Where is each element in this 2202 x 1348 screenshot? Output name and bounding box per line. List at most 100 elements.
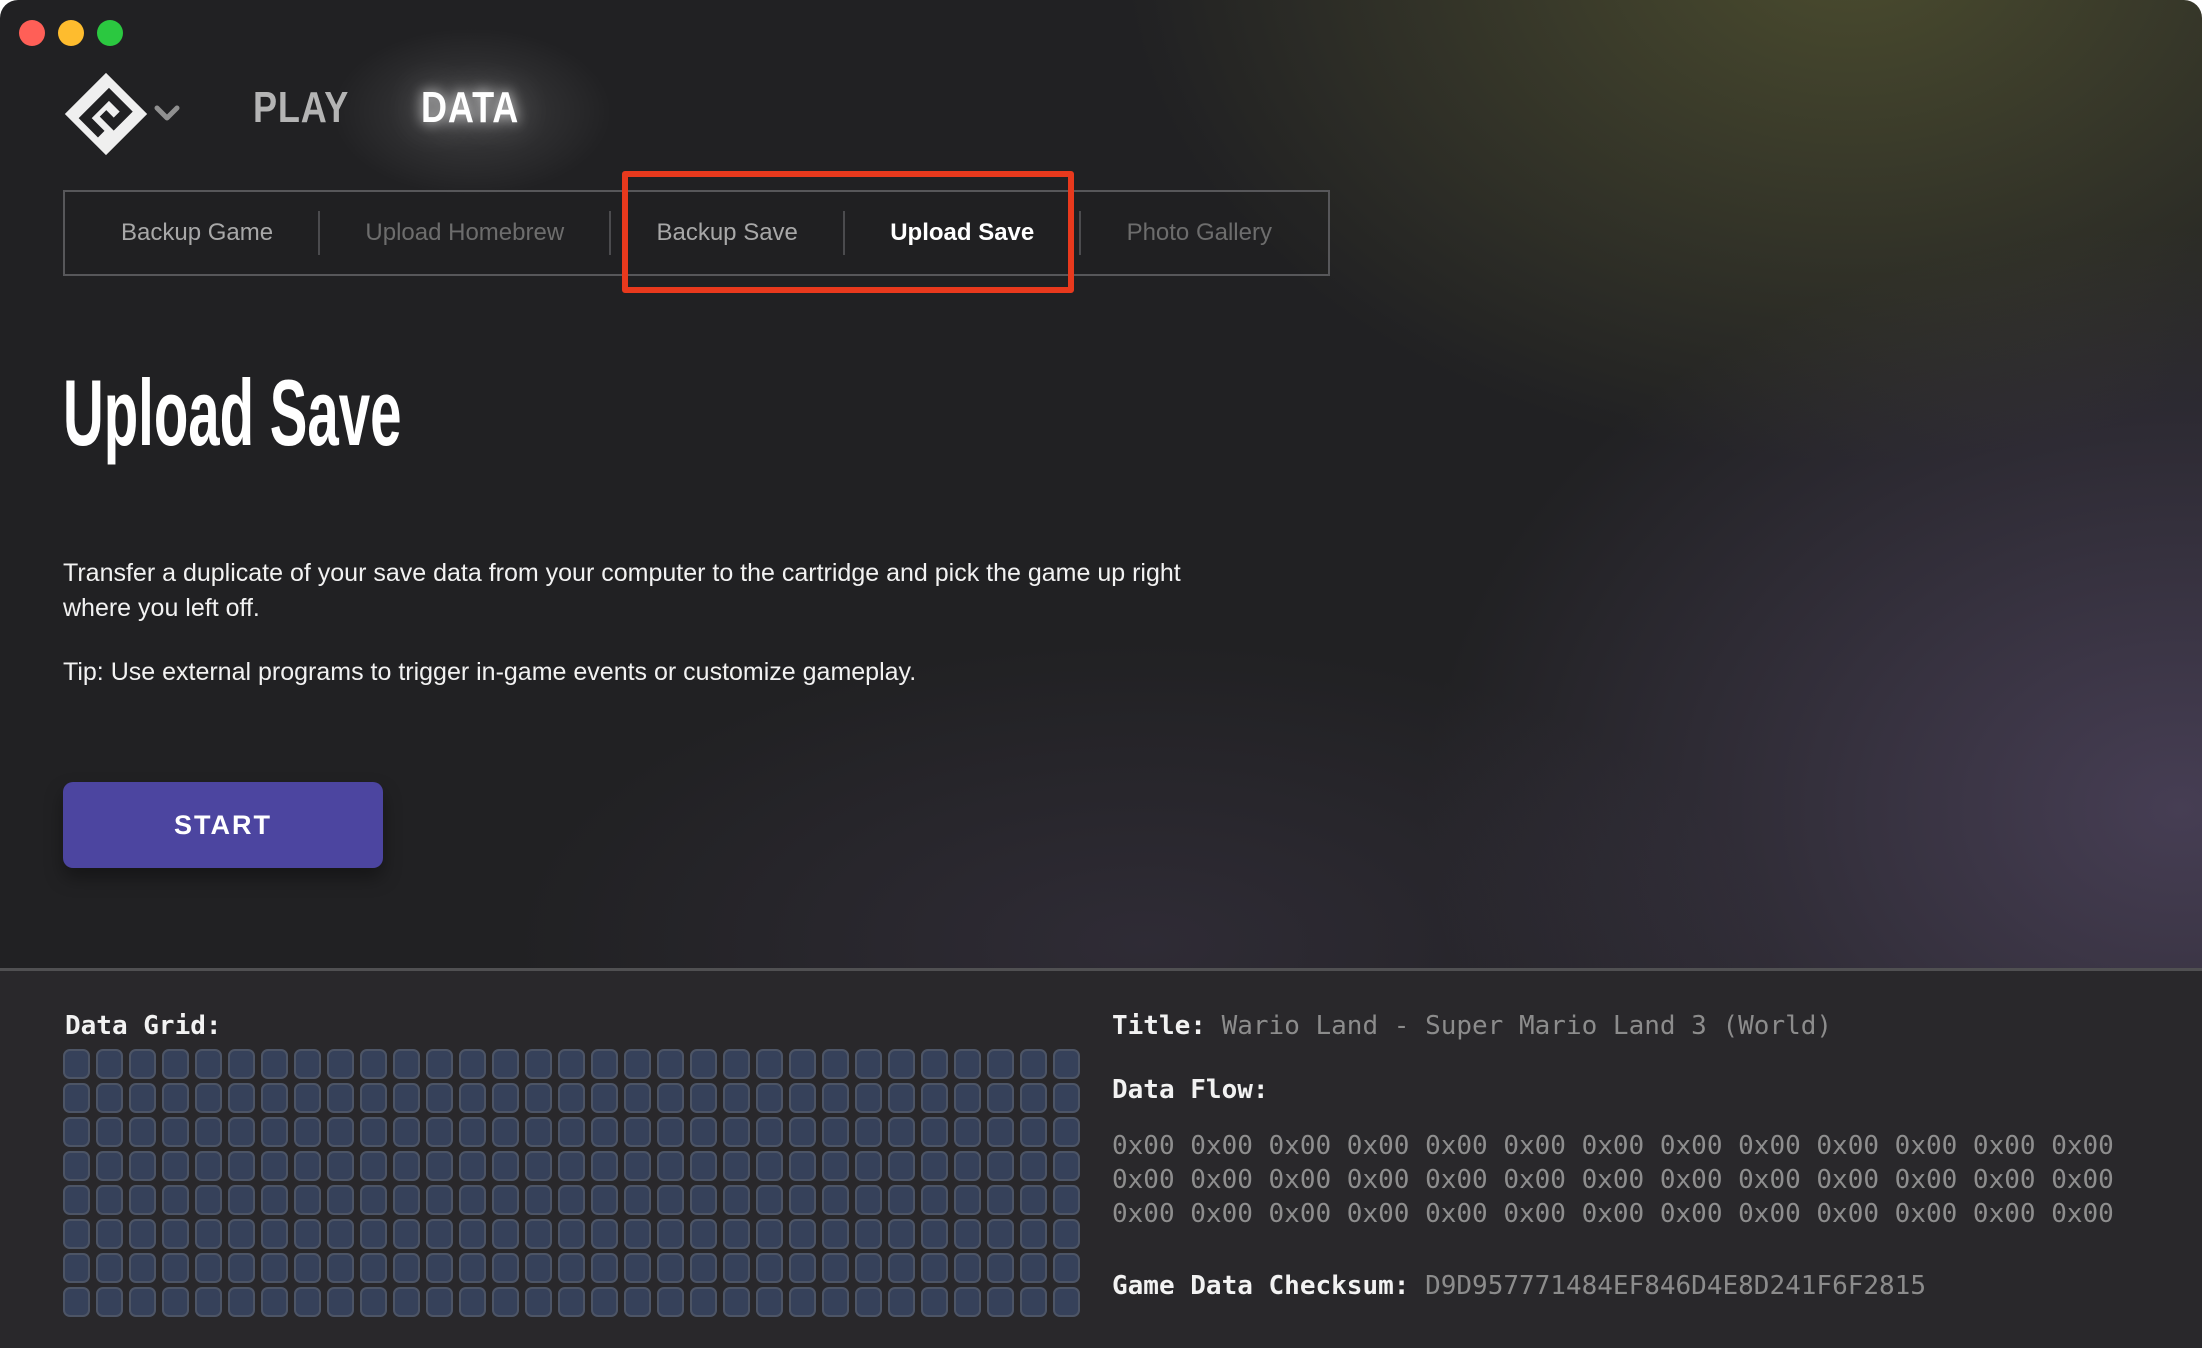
grid-cell	[63, 1287, 90, 1317]
grid-cell	[624, 1083, 651, 1113]
grid-cell	[723, 1287, 750, 1317]
start-button[interactable]: START	[63, 782, 383, 868]
grid-cell	[393, 1049, 420, 1079]
grid-cell	[129, 1185, 156, 1215]
grid-cell	[657, 1185, 684, 1215]
grid-cell	[822, 1253, 849, 1283]
page-tip: Tip: Use external programs to trigger in…	[63, 658, 916, 687]
grid-cell	[63, 1083, 90, 1113]
grid-cell	[492, 1083, 519, 1113]
grid-cell	[426, 1083, 453, 1113]
zoom-button[interactable]	[97, 20, 123, 46]
grid-cell	[624, 1287, 651, 1317]
grid-cell	[96, 1253, 123, 1283]
tab-backup-game[interactable]: Backup Game	[95, 219, 299, 247]
data-grid	[63, 1049, 1080, 1317]
grid-cell	[96, 1083, 123, 1113]
grid-cell	[591, 1219, 618, 1249]
grid-cell	[96, 1049, 123, 1079]
grid-cell	[129, 1117, 156, 1147]
app-logo-menu[interactable]	[64, 72, 194, 156]
grid-cell	[888, 1049, 915, 1079]
grid-cell	[954, 1253, 981, 1283]
grid-cell	[1020, 1253, 1047, 1283]
nav-data[interactable]: DATA	[421, 86, 519, 130]
grid-cell	[129, 1253, 156, 1283]
grid-cell	[96, 1287, 123, 1317]
grid-cell	[228, 1083, 255, 1113]
grid-cell	[822, 1151, 849, 1181]
grid-cell	[723, 1117, 750, 1147]
grid-cell	[954, 1117, 981, 1147]
grid-cell	[657, 1049, 684, 1079]
grid-cell	[129, 1219, 156, 1249]
grid-cell	[855, 1049, 882, 1079]
grid-cell	[195, 1049, 222, 1079]
checksum-value: D9D957771484EF846D4E8D241F6F2815	[1425, 1271, 1926, 1301]
grid-cell	[558, 1151, 585, 1181]
grid-cell	[690, 1185, 717, 1215]
grid-cell	[294, 1287, 321, 1317]
grid-cell	[162, 1151, 189, 1181]
grid-cell	[294, 1219, 321, 1249]
grid-cell	[459, 1287, 486, 1317]
grid-cell	[987, 1219, 1014, 1249]
grid-cell	[426, 1185, 453, 1215]
grid-cell	[228, 1185, 255, 1215]
grid-cell	[756, 1151, 783, 1181]
grid-cell	[591, 1151, 618, 1181]
data-flow-row: 0x00 0x00 0x00 0x00 0x00 0x00 0x00 0x00 …	[1112, 1197, 2114, 1231]
grid-cell	[723, 1185, 750, 1215]
grid-cell	[228, 1219, 255, 1249]
nav-play[interactable]: PLAY	[253, 86, 349, 130]
grid-cell	[525, 1117, 552, 1147]
grid-cell	[393, 1083, 420, 1113]
grid-cell	[63, 1117, 90, 1147]
grid-cell	[888, 1253, 915, 1283]
close-button[interactable]	[19, 20, 45, 46]
grid-cell	[921, 1253, 948, 1283]
grid-cell	[96, 1219, 123, 1249]
grid-cell	[690, 1219, 717, 1249]
tab-upload-homebrew[interactable]: Upload Homebrew	[339, 219, 590, 247]
grid-cell	[261, 1117, 288, 1147]
data-flow-row: 0x00 0x00 0x00 0x00 0x00 0x00 0x00 0x00 …	[1112, 1163, 2114, 1197]
grid-cell	[690, 1049, 717, 1079]
grid-cell	[591, 1185, 618, 1215]
grid-cell	[624, 1049, 651, 1079]
grid-cell	[888, 1287, 915, 1317]
grid-cell	[327, 1253, 354, 1283]
grid-cell	[492, 1253, 519, 1283]
grid-cell	[228, 1117, 255, 1147]
tab-photo-gallery[interactable]: Photo Gallery	[1101, 219, 1298, 247]
grid-cell	[96, 1185, 123, 1215]
grid-cell	[822, 1185, 849, 1215]
grid-cell	[789, 1049, 816, 1079]
grid-cell	[756, 1185, 783, 1215]
grid-cell	[888, 1151, 915, 1181]
tab-backup-save[interactable]: Backup Save	[630, 219, 823, 247]
grid-cell	[195, 1219, 222, 1249]
grid-cell	[855, 1253, 882, 1283]
tab-upload-save[interactable]: Upload Save	[864, 219, 1060, 247]
grid-cell	[261, 1253, 288, 1283]
grid-cell	[195, 1117, 222, 1147]
grid-cell	[558, 1083, 585, 1113]
grid-cell	[657, 1117, 684, 1147]
grid-cell	[558, 1287, 585, 1317]
minimize-button[interactable]	[58, 20, 84, 46]
grid-cell	[327, 1117, 354, 1147]
chevron-down-icon[interactable]	[154, 104, 180, 122]
checksum-line: Game Data Checksum: D9D957771484EF846D4E…	[1112, 1271, 1926, 1301]
grid-cell	[954, 1287, 981, 1317]
app-window: PLAY DATA Backup Game Upload Homebrew Back…	[0, 0, 2202, 1348]
grid-cell	[657, 1287, 684, 1317]
grid-cell	[921, 1185, 948, 1215]
grid-cell	[690, 1253, 717, 1283]
grid-cell	[690, 1117, 717, 1147]
grid-cell	[657, 1083, 684, 1113]
grid-cell	[459, 1083, 486, 1113]
grid-cell	[294, 1185, 321, 1215]
checksum-label: Game Data Checksum:	[1112, 1271, 1425, 1301]
grid-cell	[558, 1117, 585, 1147]
